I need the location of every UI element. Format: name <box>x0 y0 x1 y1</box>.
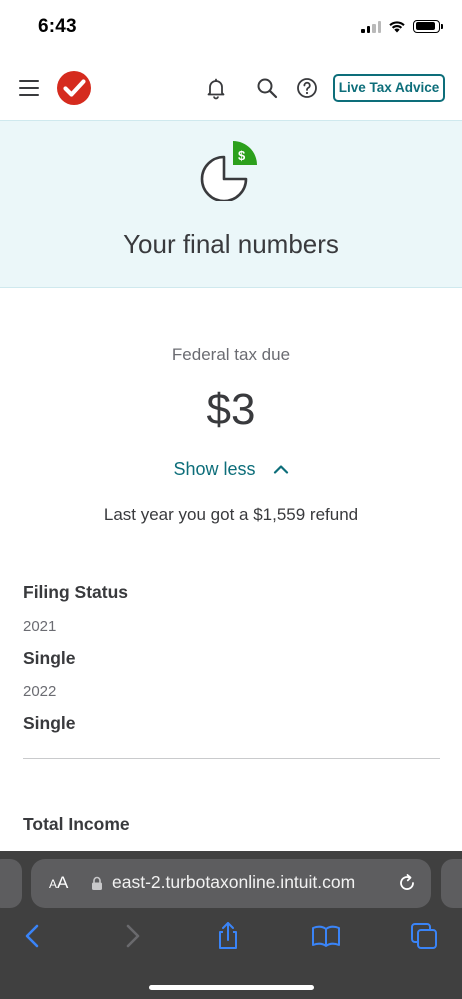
next-tab-peek[interactable] <box>441 859 462 908</box>
text-size-button[interactable]: AA <box>49 873 68 893</box>
status-bar: 6:43 <box>0 0 462 56</box>
status-icons <box>361 19 443 33</box>
app-header: Live Tax Advice <box>0 60 462 118</box>
address-bar[interactable]: AA east-2.turbotaxonline.intuit.com <box>31 859 431 908</box>
bookmarks-icon[interactable] <box>311 921 341 951</box>
back-icon[interactable] <box>18 921 48 951</box>
turbotax-logo[interactable] <box>57 71 91 105</box>
filing-year: 2022 <box>23 683 57 700</box>
home-indicator[interactable] <box>149 985 314 990</box>
filing-status-value: Single <box>23 648 76 668</box>
wifi-icon <box>389 21 405 33</box>
bell-icon[interactable] <box>204 76 228 100</box>
lock-icon <box>92 876 102 890</box>
help-circle-icon[interactable] <box>295 76 319 100</box>
show-less-toggle[interactable]: Show less <box>0 458 462 480</box>
live-tax-advice-button[interactable]: Live Tax Advice <box>333 74 445 102</box>
page-title: Your final numbers <box>123 229 339 259</box>
status-time: 6:43 <box>38 16 77 37</box>
previous-tab-peek[interactable] <box>0 859 22 908</box>
show-less-label: Show less <box>173 458 256 479</box>
battery-icon <box>413 19 443 33</box>
pie-chart-dollar-icon: $ <box>200 141 257 201</box>
browser-chrome: AA east-2.turbotaxonline.intuit.com <box>0 851 462 999</box>
forward-icon[interactable] <box>117 921 147 951</box>
federal-tax-amount: $3 <box>206 385 256 434</box>
reload-icon[interactable] <box>397 873 417 893</box>
cellular-signal-icon <box>361 20 381 33</box>
total-income-title: Total Income <box>23 814 130 834</box>
url-text[interactable]: east-2.turbotaxonline.intuit.com <box>112 872 355 893</box>
last-year-refund-text: Last year you got a $1,559 refund <box>103 505 359 524</box>
search-icon[interactable] <box>255 76 279 100</box>
filing-status-title: Filing Status <box>23 582 128 602</box>
checkmark-icon <box>63 79 86 97</box>
filing-status-value: Single <box>23 713 76 733</box>
hero-banner: $ Your final numbers <box>0 120 462 288</box>
share-icon[interactable] <box>213 921 243 951</box>
browser-toolbar <box>0 921 462 957</box>
svg-text:$: $ <box>238 148 246 163</box>
filing-year: 2021 <box>23 618 57 635</box>
federal-tax-label: Federal tax due <box>171 345 291 364</box>
tabs-icon[interactable] <box>409 921 439 951</box>
chevron-up-icon <box>273 465 288 474</box>
hamburger-menu-icon[interactable] <box>19 80 39 96</box>
section-divider <box>23 758 440 759</box>
